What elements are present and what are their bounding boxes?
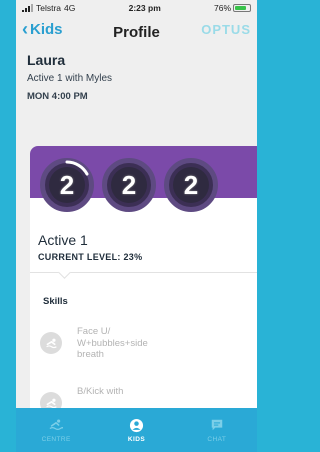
divider-notch xyxy=(58,266,71,279)
status-time: 2:23 pm xyxy=(128,3,161,13)
profile-info: Laura Active 1 with Myles MON 4:00 PM xyxy=(16,42,257,102)
network-type: 4G xyxy=(64,3,76,13)
progress-arc-icon xyxy=(65,160,89,176)
battery-indicator: 76% xyxy=(214,3,251,13)
swimmer-icon xyxy=(48,417,64,433)
signal-icon xyxy=(22,4,33,12)
brand-logo: OPTUS xyxy=(201,21,251,37)
class-name: Active 1 with Myles xyxy=(27,73,113,84)
level-title-block: Active 1 CURRENT LEVEL: 23% xyxy=(38,232,142,262)
class-schedule: MON 4:00 PM xyxy=(27,91,88,102)
level-badges: 2 2 2 xyxy=(30,158,218,212)
tab-chat[interactable]: CHAT xyxy=(177,408,257,452)
back-label: Kids xyxy=(30,20,63,38)
swim-icon xyxy=(40,332,62,354)
skill-item[interactable]: Face U/ W+bubbles+side breath xyxy=(40,326,177,361)
carrier-name: Telstra xyxy=(36,3,62,13)
level-badge-number: 2 xyxy=(111,167,147,203)
carrier-info: Telstra 4G xyxy=(22,3,75,13)
level-badge-number: 2 xyxy=(173,167,209,203)
chevron-left-icon: ‹ xyxy=(22,19,28,39)
skills-heading: Skills xyxy=(43,296,68,307)
level-badge: 2 xyxy=(164,158,218,212)
tab-label: CENTRE xyxy=(41,436,71,443)
tab-centre[interactable]: CENTRE xyxy=(16,408,96,452)
status-bar: Telstra 4G 2:23 pm 76% xyxy=(16,0,257,16)
tab-label: CHAT xyxy=(207,436,227,443)
level-card[interactable]: 2 2 2 Active 1 CURRENT LEVEL: 23% Skills… xyxy=(30,146,257,452)
level-badge: 2 xyxy=(102,158,156,212)
back-button[interactable]: ‹ Kids xyxy=(22,20,63,38)
phone-screen: Telstra 4G 2:23 pm 76% ‹ Kids OPTUS Prof… xyxy=(16,0,257,452)
battery-icon xyxy=(233,4,251,12)
chat-icon xyxy=(209,417,225,433)
child-name: Laura xyxy=(27,52,66,68)
level-title: Active 1 xyxy=(38,232,88,248)
skill-label: B/Kick with xyxy=(77,386,124,397)
level-badge: 2 xyxy=(40,158,94,212)
skill-label: Face U/ W+bubbles+side breath xyxy=(77,326,148,360)
tab-kids[interactable]: KIDS xyxy=(96,408,176,452)
tab-bar: CENTRE KIDS CHAT xyxy=(16,408,257,452)
level-progress: CURRENT LEVEL: 23% xyxy=(38,252,143,262)
nav-bar: ‹ Kids OPTUS xyxy=(16,16,257,42)
battery-percent: 76% xyxy=(213,3,231,13)
tab-label: KIDS xyxy=(127,436,146,443)
user-icon xyxy=(128,417,144,433)
